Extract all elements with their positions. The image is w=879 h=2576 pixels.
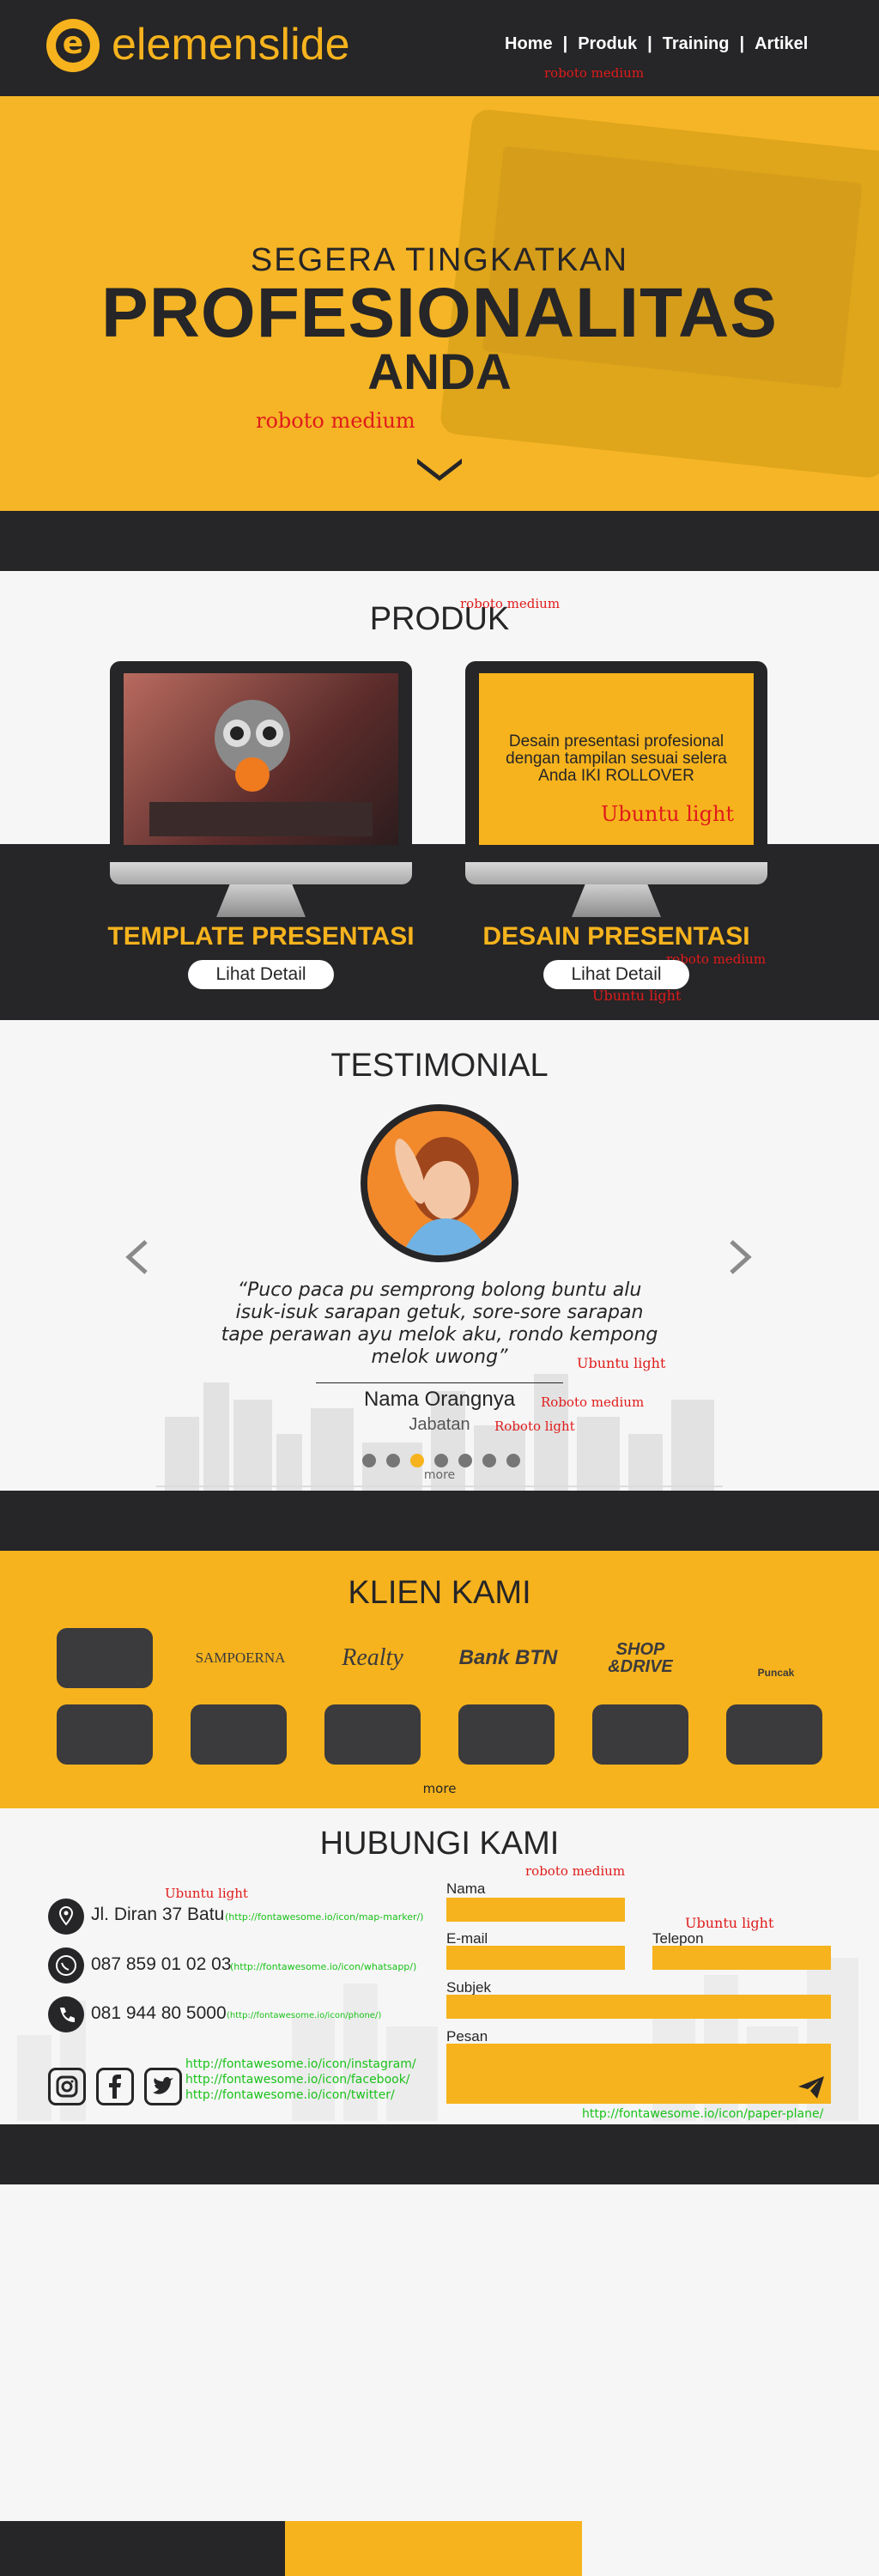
testimonial-title: TESTIMONIAL [330,1048,549,1084]
twitter-icon[interactable] [144,2068,182,2105]
pagination-dot-active[interactable] [410,1454,424,1467]
product-title-template[interactable]: TEMPLATE PRESENTASI [89,922,433,951]
lihat-detail-button[interactable]: Lihat Detail [188,960,334,989]
icon-link-annotation: (http://fontawesome.io/icon/map-marker/) [225,1911,424,1923]
client-logo-placeholder [57,1704,153,1765]
testimonial-role: Jabatan [409,1415,470,1434]
testimonial-avatar [361,1104,518,1262]
nav-separator: | [562,34,568,53]
contact-address: Jl. Diran 37 Batu [91,1905,225,1924]
icon-link-annotation: http://fontawesome.io/icon/paper-plane/ [582,2107,824,2121]
logo-letter: e [56,28,90,63]
main-nav: Home | Produk | Training | Artikel [505,34,808,54]
dark-band [0,511,879,571]
subjek-input[interactable] [446,1995,831,2019]
telepon-input[interactable] [652,1946,831,1970]
pagination-dot[interactable] [386,1454,400,1467]
icon-link-annotation: http://fontawesome.io/icon/instagram/ [185,2057,416,2071]
chevron-right-icon[interactable] [728,1240,754,1274]
client-logo-placeholder [191,1704,287,1765]
divider [156,1485,723,1487]
product-monitor-desain[interactable]: Desain presentasi profesional dengan tam… [465,661,767,919]
pagination-dot[interactable] [458,1454,472,1467]
client-logo-placeholder [592,1704,688,1765]
brand-name[interactable]: elemenslide [112,17,350,72]
pagination-dot[interactable] [434,1454,448,1467]
nav-separator: | [647,34,652,53]
desain-overlay-text: Desain presentasi profesional dengan tam… [506,732,727,785]
map-marker-icon [48,1899,84,1935]
whatsapp-icon [48,1947,84,1984]
client-logo-placeholder [57,1628,153,1688]
contact-whatsapp: 087 859 01 02 03 [91,1954,232,1974]
label-telepon: Telepon [652,1930,704,1947]
nav-produk[interactable]: Produk [578,34,637,54]
label-pesan: Pesan [446,2028,488,2044]
nav-home[interactable]: Home [505,34,553,54]
paper-plane-icon[interactable] [798,2076,824,2099]
font-annotation: roboto medium [460,596,561,611]
robot-image [124,673,398,845]
client-logo-shop-drive: SHOP &DRIVE [608,1640,673,1676]
client-logo-sampoerna: SAMPOERNA [195,1649,286,1666]
client-logo-placeholder [726,1704,822,1765]
chevron-left-icon[interactable] [124,1240,149,1274]
contact-phone: 081 944 80 5000 [91,2003,227,2023]
dark-band [0,1491,879,1551]
instagram-icon[interactable] [48,2068,86,2105]
product-title-desain[interactable]: DESAIN PRESENTASI [445,922,788,951]
client-logo-btn: Bank BTN [458,1646,558,1669]
email-input[interactable] [446,1946,625,1970]
testimonial-more-link[interactable]: more [0,1468,879,1482]
client-logo-realty: Realty [342,1644,403,1671]
font-annotation: Roboto light [494,1419,575,1434]
pagination-dot[interactable] [482,1454,496,1467]
pesan-textarea[interactable] [446,2044,831,2104]
lihat-detail-button[interactable]: Lihat Detail [543,960,689,989]
font-annotation: roboto medium [544,65,645,81]
pagination-dot[interactable] [362,1454,376,1467]
hero-title: PROFESIONALITAS [101,274,778,352]
nav-separator: | [739,34,745,53]
phone-icon [48,1996,84,2032]
nav-artikel[interactable]: Artikel [755,34,808,54]
divider [316,1382,563,1383]
testimonial-pagination [362,1454,520,1467]
icon-link-annotation: http://fontawesome.io/icon/facebook/ [185,2073,410,2087]
facebook-icon[interactable] [96,2068,134,2105]
footer-band [0,2124,879,2184]
product-monitor-template[interactable] [110,661,412,919]
pagination-dot[interactable] [506,1454,520,1467]
chevron-down-icon[interactable] [417,459,462,481]
font-annotation: Ubuntu light [685,1915,774,1931]
produk-title: PRODUK [369,601,510,637]
icon-link-annotation: http://fontawesome.io/icon/twitter/ [185,2088,395,2102]
font-annotation: Ubuntu light [577,1355,666,1371]
icon-link-annotation: (http://fontawesome.io/icon/whatsapp/) [230,1961,417,1972]
client-logo-placeholder [324,1704,421,1765]
label-nama: Nama [446,1880,486,1897]
label-email: E-mail [446,1930,488,1947]
label-subjek: Subjek [446,1979,491,1996]
font-annotation: Ubuntu light [165,1886,248,1901]
font-annotation: Ubuntu light [592,987,682,1004]
hero-title-line3: ANDA [367,344,512,400]
color-swatch-dark [0,2521,285,2576]
client-logo-puncak: Puncak [757,1667,795,1679]
klien-more-link[interactable]: more [0,1781,879,1796]
nav-training[interactable]: Training [663,34,730,54]
color-swatch-yellow [285,2521,582,2576]
font-annotation: Ubuntu light [601,802,735,826]
font-annotation: roboto medium [525,1863,626,1879]
klien-title: KLIEN KAMI [348,1575,531,1611]
nama-input[interactable] [446,1898,625,1922]
logo-icon[interactable]: e [46,19,100,72]
font-annotation: roboto medium [256,409,415,433]
client-logo-placeholder [458,1704,555,1765]
icon-link-annotation: (http://fontawesome.io/icon/phone/) [227,2011,382,2020]
font-annotation: Roboto medium [541,1394,645,1410]
hubungi-title: HUBUNGI KAMI [319,1826,560,1862]
testimonial-name: Nama Orangnya [363,1388,516,1411]
